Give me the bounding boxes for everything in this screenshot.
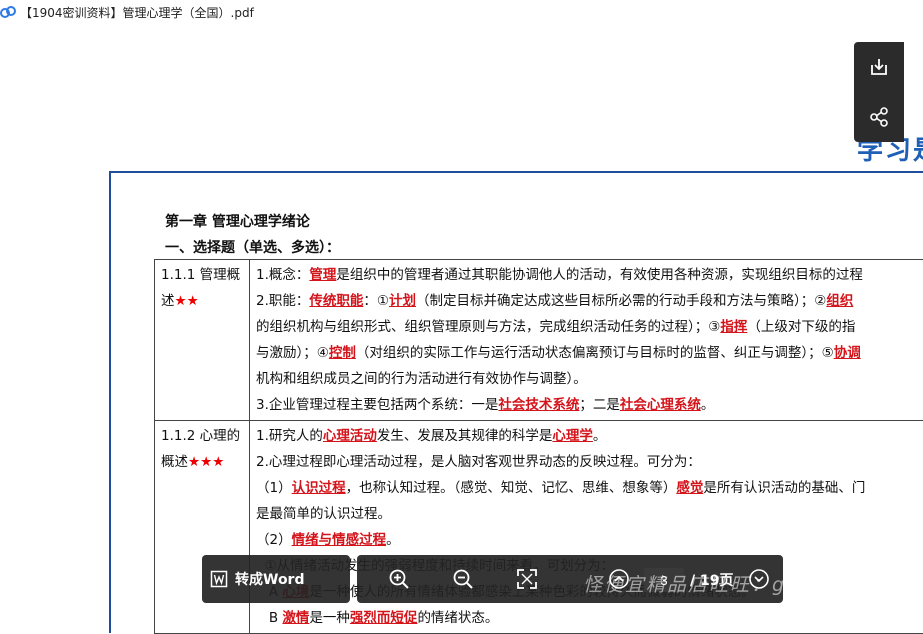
topic-cell: 1.1.1 管理概述★★ [155,260,250,421]
content-line: （1）认识过程，也称认知过程。（感觉、知觉、记忆、思维、想象等）感觉是所有认识活… [256,475,923,501]
content-cell: 1.概念：管理是组织中的管理者通过其职能协调他人的活动，有效使用各种资源，实现组… [250,260,923,421]
app-logo-icon [0,4,16,20]
content-line: 2.职能：传统职能：①计划（制定目标并确定达成这些目标所必需的行动手段和方法与策… [256,288,923,314]
content-line: 的组织机构与组织形式、组织管理原则与方法，完成组织活动任务的过程）；③指挥（上级… [256,314,923,340]
word-doc-icon [210,570,228,588]
side-toolbar [854,42,904,142]
table-row: 1.1.1 管理概述★★ 1.概念：管理是组织中的管理者通过其职能协调他人的活动… [155,260,923,421]
importance-stars: ★★★ [188,454,224,470]
importance-stars: ★★ [175,293,199,309]
content-line: B 激情是一种强烈而短促的情绪状态。 [256,605,923,631]
content-line: 与激励）；④控制（对组织的实际工作与运行活动状态偏离预订与目标时的监督、纠正与调… [256,340,923,366]
zoom-out-icon [452,568,474,590]
convert-to-word-label: 转成Word [235,569,305,589]
content-line: 1.概念：管理是组织中的管理者通过其职能协调他人的活动，有效使用各种资源，实现组… [256,262,923,288]
share-button[interactable] [854,92,904,142]
zoom-in-icon [388,568,410,590]
share-icon [868,106,890,128]
content-line: 是最简单的认识过程。 [256,501,923,527]
download-button[interactable] [854,42,904,92]
content-line: 机构和组织成员之间的行为活动进行有效协作与调整）。 [256,366,923,392]
window-titlebar: 【1904密训资料】管理心理学（全国）.pdf [0,0,923,26]
content-line: （2）情绪与情感过程。 [256,527,923,553]
chapter-title: 第一章 管理心理学绪论 [165,211,310,231]
zoom-out-button[interactable] [451,567,475,591]
watermark-text: 怪便宜精品店旺旺：g [583,570,786,597]
convert-to-word-button[interactable]: 转成Word [202,555,350,603]
section-title: 一、选择题（单选、多选）： [165,237,340,257]
zoom-in-button[interactable] [387,567,411,591]
content-line: 1.研究人的心理活动发生、发展及其规律的科学是心理学。 [256,423,923,449]
fit-page-button[interactable] [515,567,539,591]
content-line: 3.企业管理过程主要包括两个系统：一是社会技术系统；二是社会心理系统。 [256,392,923,418]
window-title: 【1904密训资料】管理心理学（全国）.pdf [20,4,254,21]
content-line: 2.心理过程即心理活动过程，是人脑对客观世界动态的反映过程。可分为： [256,449,923,475]
fit-page-icon [516,568,538,590]
download-icon [868,56,890,78]
topic-label: 1.1.1 管理概述 [161,267,240,309]
